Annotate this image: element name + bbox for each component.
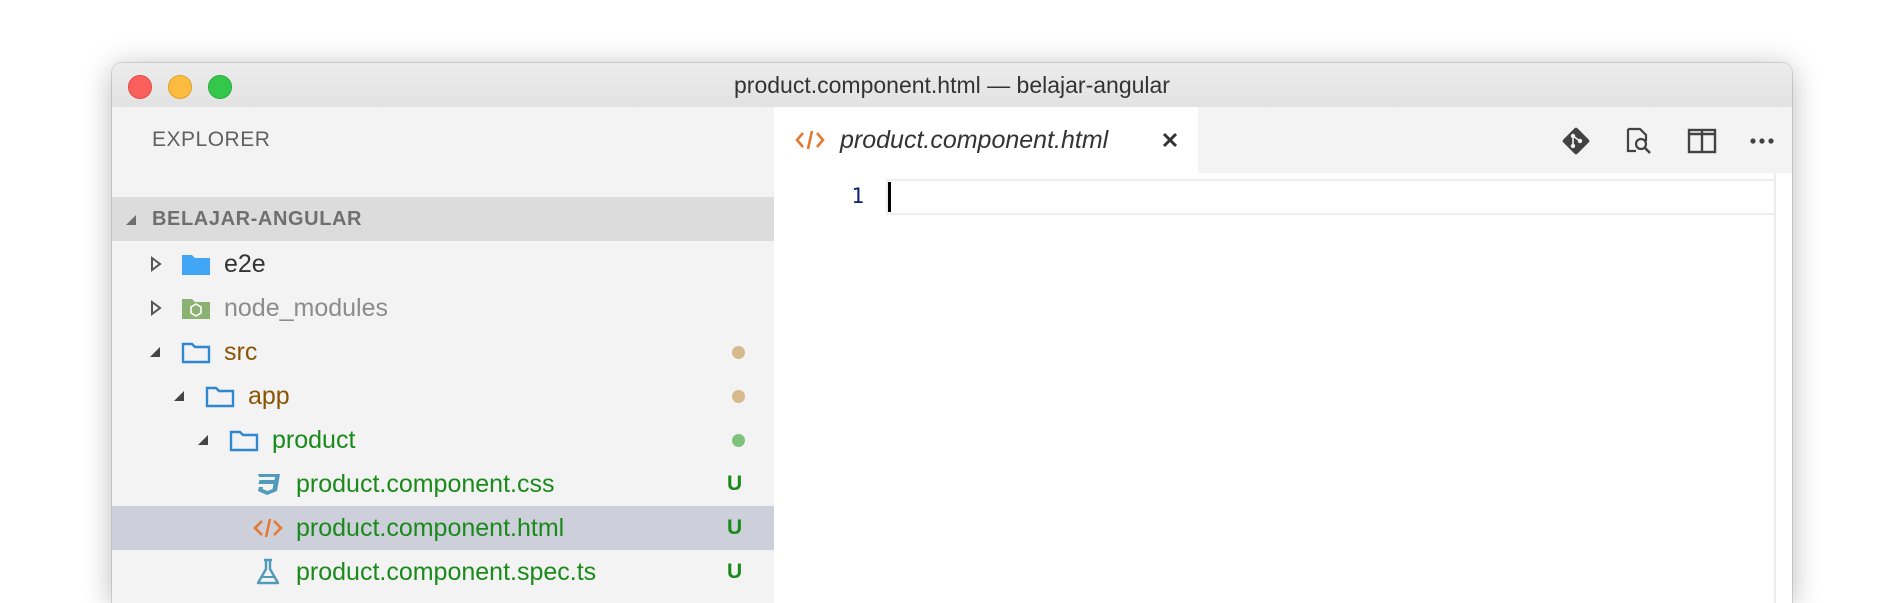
test-file-icon: [256, 558, 280, 585]
window-title: product.component.html — belajar-angular: [734, 72, 1170, 98]
tree-item-src[interactable]: src: [112, 330, 774, 374]
modified-indicator-dot: [732, 346, 745, 359]
workspace-section-label: BELAJAR-ANGULAR: [152, 208, 363, 230]
current-line-highlight: [886, 179, 1776, 215]
open-preview-icon[interactable]: [1622, 125, 1654, 157]
chevron-down-icon[interactable]: [194, 430, 214, 450]
tree-item-product-component-html[interactable]: product.component.html U: [112, 506, 774, 550]
close-icon[interactable]: [1156, 126, 1184, 154]
untracked-badge: U: [727, 560, 743, 583]
tree-item-label: product.component.spec.ts: [296, 558, 597, 586]
text-cursor: [888, 182, 891, 212]
folder-open-icon: [229, 430, 259, 452]
tree-item-node-modules[interactable]: node_modules: [112, 286, 774, 330]
chevron-right-icon[interactable]: [146, 298, 166, 318]
tree-item-product-component-css[interactable]: product.component.css U: [112, 462, 774, 506]
folder-icon: [182, 255, 210, 275]
css-file-icon: [258, 474, 280, 495]
node-modules-icon: [182, 299, 210, 319]
html-file-icon: [253, 518, 283, 538]
chevron-down-icon: [126, 215, 136, 225]
tree-item-app[interactable]: app: [112, 374, 774, 418]
tree-item-label: product.component.html: [296, 514, 565, 542]
workspace-section-header[interactable]: BELAJAR-ANGULAR: [112, 197, 774, 241]
more-actions-icon[interactable]: [1746, 125, 1778, 157]
chevron-down-icon[interactable]: [170, 386, 190, 406]
editor-tab-bar: product.component.html: [774, 107, 1792, 173]
editor-area: product.component.html 1: [774, 107, 1792, 603]
tree-item-product-component-spec-ts[interactable]: product.component.spec.ts U: [112, 550, 774, 594]
tree-item-label: node_modules: [224, 294, 389, 322]
tree-item-label: src: [224, 338, 258, 366]
tree-item-label: app: [248, 382, 290, 410]
tab-product-component-html[interactable]: product.component.html: [774, 107, 1198, 173]
modified-indicator-dot: [732, 390, 745, 403]
tree-item-product[interactable]: product: [112, 418, 774, 462]
tree-item-e2e[interactable]: e2e: [112, 242, 774, 286]
html-file-icon: [795, 130, 825, 150]
untracked-indicator-dot: [732, 434, 745, 447]
editor-vertical-scrollbar[interactable]: [1776, 173, 1792, 603]
line-number: 1: [851, 184, 864, 208]
untracked-badge: U: [727, 472, 743, 495]
split-editor-icon[interactable]: [1686, 125, 1718, 157]
chevron-down-icon[interactable]: [146, 342, 166, 362]
tree-item-label: product: [272, 426, 356, 454]
git-compare-icon[interactable]: [1560, 125, 1592, 157]
tree-item-label: product.component.css: [296, 470, 555, 498]
explorer-title: EXPLORER: [152, 128, 271, 151]
folder-open-icon: [181, 342, 211, 364]
chevron-right-icon[interactable]: [146, 254, 166, 274]
vscode-window: product.component.html — belajar-angular…: [112, 63, 1792, 603]
tree-item-label: e2e: [224, 250, 266, 278]
title-bar: product.component.html — belajar-angular: [112, 63, 1792, 108]
tab-label: product.component.html: [840, 126, 1109, 154]
folder-open-icon: [205, 386, 235, 408]
explorer-sidebar: EXPLORER BELAJAR-ANGULAR e2e node_module…: [112, 107, 774, 603]
untracked-badge: U: [727, 516, 743, 539]
